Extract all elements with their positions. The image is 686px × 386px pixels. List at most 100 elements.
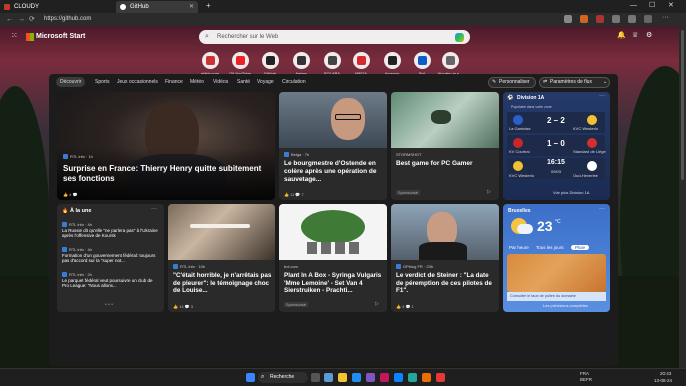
collections-icon[interactable] <box>612 15 620 23</box>
article-title: Le bourgmestre d'Ostende en colère après… <box>284 160 377 183</box>
story-text[interactable]: Le parquet fédéral veut poursuivre un cl… <box>62 278 160 289</box>
more-options-icon[interactable]: ··· <box>599 206 605 212</box>
sponsored-badge: Sponsorisé <box>284 302 309 307</box>
news-card-steiner[interactable]: GPblog FR · 23h Le verdict de Steiner : … <box>391 204 499 312</box>
clock-time[interactable]: 20:43 <box>660 371 671 376</box>
news-card-henry[interactable]: RTL info · 1h Surprise en France: Thierr… <box>57 92 275 200</box>
downloads-icon[interactable] <box>628 15 636 23</box>
team-logo-icon <box>513 138 523 148</box>
full-forecast-link[interactable]: Les prévisions complètes <box>543 303 588 308</box>
start-button-icon[interactable] <box>246 373 255 382</box>
notifications-icon[interactable]: 🔔 <box>617 31 626 39</box>
tab-github[interactable]: GitHub ✕ <box>116 1 198 13</box>
more-menu-icon[interactable]: ··· <box>662 14 669 21</box>
personalize-button[interactable]: ✎ Personnaliser <box>488 77 536 88</box>
sponsored-card-plant[interactable]: bol.com Plant In A Box - Syringa Vulgari… <box>279 204 387 312</box>
tab-decouvrir[interactable]: Découvrir <box>56 77 86 87</box>
likes-count[interactable]: 👍 4 💬 <box>63 192 77 197</box>
visual-studio-icon[interactable] <box>366 373 375 382</box>
sports-title[interactable]: Division 1A <box>517 95 544 101</box>
brand-name[interactable]: Microsoft Start <box>36 31 85 43</box>
story-text[interactable]: La Russie dit qu'elle "ne parlera pas" à… <box>62 228 160 239</box>
sports-widget[interactable]: ⚽ Division 1A ··· Populaire dans votre z… <box>503 92 610 200</box>
ad-info-icon[interactable]: ▷ <box>487 189 491 195</box>
apps-grid-icon[interactable]: ⁙ <box>11 31 18 40</box>
weather-tab-rain[interactable]: Pluie <box>571 245 590 250</box>
favorite-icon[interactable] <box>564 15 572 23</box>
weather-widget[interactable]: Bruxelles ··· 23 °C Par heure Tous les j… <box>503 204 610 312</box>
close-window-icon[interactable]: ✕ <box>668 0 674 12</box>
app-icon[interactable] <box>380 373 389 382</box>
weather-map[interactable] <box>507 254 606 292</box>
minimize-icon[interactable]: — <box>630 0 637 12</box>
match-score: 2 – 2 <box>547 116 565 125</box>
tab-voyage[interactable]: Voyage <box>257 77 274 87</box>
pagination-dots[interactable]: • • • <box>105 302 113 308</box>
match-row[interactable]: 2 – 2 La Gantoise KVC Westerlo <box>507 112 605 133</box>
tab-cloudy[interactable]: CLOUDY <box>0 1 112 13</box>
article-reactions[interactable]: 👍 4 💬 1 <box>396 304 414 309</box>
close-tab-icon[interactable]: ✕ <box>189 1 194 13</box>
person-body <box>419 242 467 260</box>
tab-jeux[interactable]: Jeux occasionnels <box>117 77 158 87</box>
extension-icon[interactable] <box>596 15 604 23</box>
app-icon[interactable] <box>422 373 431 382</box>
top-stories-card[interactable]: 🔥 À la une ··· RTL info · 4h La Russie d… <box>57 204 164 312</box>
site-logo-icon <box>235 56 245 65</box>
tab-sports[interactable]: Sports <box>95 77 109 87</box>
edge-icon[interactable] <box>352 373 361 382</box>
weather-tab-daily[interactable]: Tous les jours <box>536 245 564 250</box>
profile-icon[interactable] <box>644 15 652 23</box>
tab-sante[interactable]: Santé <box>237 77 250 87</box>
news-card-ostende[interactable]: Belga · 7h Le bourgmestre d'Ostende en c… <box>279 92 387 200</box>
quick-link-icon <box>413 52 431 69</box>
weather-city[interactable]: Bruxelles <box>508 208 531 214</box>
github-favicon-icon <box>120 4 126 10</box>
search-box[interactable]: ⌕ Rechercher sur le Web <box>199 30 470 44</box>
task-view-icon[interactable] <box>311 373 320 382</box>
team-logo-icon <box>587 161 597 171</box>
rewards-icon[interactable]: ♕ <box>632 31 638 39</box>
scrollbar-thumb[interactable] <box>681 30 684 180</box>
sliders-icon: ⇌ <box>543 79 548 85</box>
language-indicator[interactable]: FRA BEFR <box>580 371 592 383</box>
tab-finance[interactable]: Finance <box>165 77 183 87</box>
article-source: GPblog FR · 23h <box>396 264 433 269</box>
url-field[interactable]: https://github.com <box>40 15 470 24</box>
extension-icon[interactable] <box>580 15 588 23</box>
tab-circulation[interactable]: Circulation <box>282 77 306 87</box>
article-reactions[interactable]: 👍 11 💬 7 <box>284 192 304 197</box>
ad-info-icon[interactable]: ▷ <box>375 301 379 307</box>
sponsored-card-stormshot[interactable]: STORMSHOT Best game for PC Gamer Sponsor… <box>391 92 499 200</box>
more-options-icon[interactable]: ··· <box>151 206 157 212</box>
file-explorer-icon[interactable] <box>338 373 347 382</box>
article-reactions[interactable]: 👍 14 💬 3 <box>173 304 193 309</box>
refresh-icon[interactable]: ⟳ <box>29 14 35 25</box>
pollen-banner[interactable]: Consulter le taux de pollen du domaine <box>507 292 606 301</box>
match-row[interactable]: 1 – 0 KV Courtrai Standard de Liège <box>507 135 606 156</box>
app-icon[interactable] <box>408 373 417 382</box>
search-input[interactable]: Rechercher sur le Web <box>217 30 278 44</box>
scrollbar[interactable] <box>679 26 686 368</box>
more-options-icon[interactable]: ··· <box>599 93 605 99</box>
back-icon[interactable]: ← <box>6 14 13 25</box>
weather-tab-hourly[interactable]: Par heure <box>509 245 529 250</box>
copilot-icon[interactable] <box>455 33 464 42</box>
new-tab-button[interactable]: + <box>206 0 211 12</box>
app-icon[interactable] <box>394 373 403 382</box>
forward-icon[interactable]: → <box>18 14 25 25</box>
maximize-icon[interactable]: ☐ <box>649 0 655 12</box>
quick-link-8[interactable]: Ajouter un s... <box>432 52 468 76</box>
settings-gear-icon[interactable]: ⚙ <box>646 31 652 39</box>
tab-meteo[interactable]: Météo <box>190 77 204 87</box>
story-text[interactable]: Formation d'un gouvernement fédéral: tou… <box>62 253 160 264</box>
taskbar-search[interactable]: ⌕ Recherche <box>258 372 308 383</box>
feed-settings-button[interactable]: ⇌ Paramètres de flux ⌄ <box>539 77 610 88</box>
news-card-louise[interactable]: RTL info · 10h "C'était horrible, je n'a… <box>168 204 275 312</box>
tab-videos[interactable]: Vidéos <box>213 77 228 87</box>
clock-date[interactable]: 13-08-24 <box>654 378 672 383</box>
match-row[interactable]: 16:15 09/03 KVC Westerlo Oud-Heverlee <box>507 158 605 179</box>
widgets-icon[interactable] <box>324 373 333 382</box>
see-more-link[interactable]: Voir plus Division 1A <box>553 190 589 195</box>
app-icon[interactable] <box>436 373 445 382</box>
